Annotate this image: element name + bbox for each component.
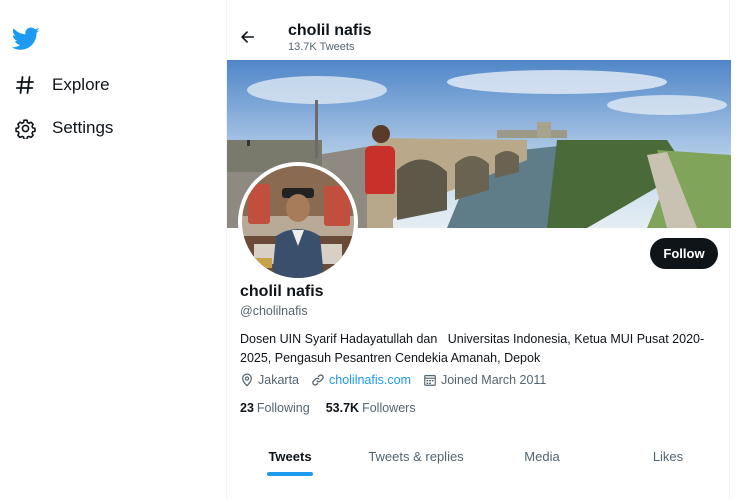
- calendar-icon: [424, 375, 436, 386]
- tab-label: Likes: [652, 448, 684, 464]
- location-pin-icon: [242, 373, 252, 387]
- nav-item-label: Settings: [52, 118, 114, 137]
- profile-bio: Dosen UIN Syarif Hadayatullah dan Univer…: [240, 332, 705, 365]
- twitter-logo-icon[interactable]: [12, 27, 40, 51]
- back-arrow-icon[interactable]: [239, 28, 257, 46]
- profile-avatar[interactable]: [238, 162, 358, 282]
- profile-stats: 23 Following 53.7K Followers: [240, 401, 432, 415]
- nav-item-explore[interactable]: Explore: [14, 74, 110, 96]
- tab-label: Tweets: [268, 448, 312, 464]
- link-icon: [312, 374, 324, 386]
- followers-link[interactable]: 53.7K Followers: [326, 401, 416, 415]
- profile-header: cholil nafis 13.7K Tweets: [227, 0, 731, 60]
- nav-item-settings[interactable]: Settings: [14, 117, 113, 139]
- profile-meta: Jakarta cholilnafis.com Joined March 201…: [240, 373, 558, 387]
- active-tab-indicator: [267, 472, 313, 476]
- profile-name: cholil nafis: [240, 283, 324, 300]
- location-text: Jakarta: [258, 373, 299, 387]
- tab-likes[interactable]: Likes: [605, 432, 731, 480]
- location-item: Jakarta: [240, 373, 299, 387]
- tab-label: Media: [524, 448, 560, 464]
- profile-tabs: Tweets Tweets & replies Media Likes: [227, 432, 731, 480]
- following-label: Following: [256, 401, 310, 415]
- website-item: cholilnafis.com: [311, 373, 411, 387]
- followers-label: Followers: [362, 401, 416, 415]
- website-link[interactable]: cholilnafis.com: [329, 373, 411, 387]
- profile-column: cholil nafis 13.7K Tweets Follow cholil …: [226, 0, 731, 500]
- following-count: 23: [240, 401, 254, 415]
- profile-handle: @cholilnafis: [240, 304, 308, 318]
- header-name: cholil nafis: [288, 22, 372, 39]
- followers-count: 53.7K: [325, 401, 360, 415]
- hashtag-icon: [14, 74, 36, 96]
- header-tweet-count: 13.7K Tweets: [288, 41, 355, 53]
- tab-tweets[interactable]: Tweets: [227, 432, 353, 480]
- tab-media[interactable]: Media: [479, 432, 605, 480]
- nav-item-label: Explore: [52, 75, 110, 94]
- tab-tweets-replies[interactable]: Tweets & replies: [353, 432, 479, 480]
- joined-item: Joined March 2011: [423, 373, 546, 387]
- gear-icon: [14, 117, 36, 139]
- following-link[interactable]: 23 Following: [240, 401, 310, 415]
- follow-button[interactable]: Follow: [650, 238, 718, 269]
- joined-text: Joined March 2011: [440, 373, 547, 387]
- tab-label: Tweets & replies: [368, 448, 464, 464]
